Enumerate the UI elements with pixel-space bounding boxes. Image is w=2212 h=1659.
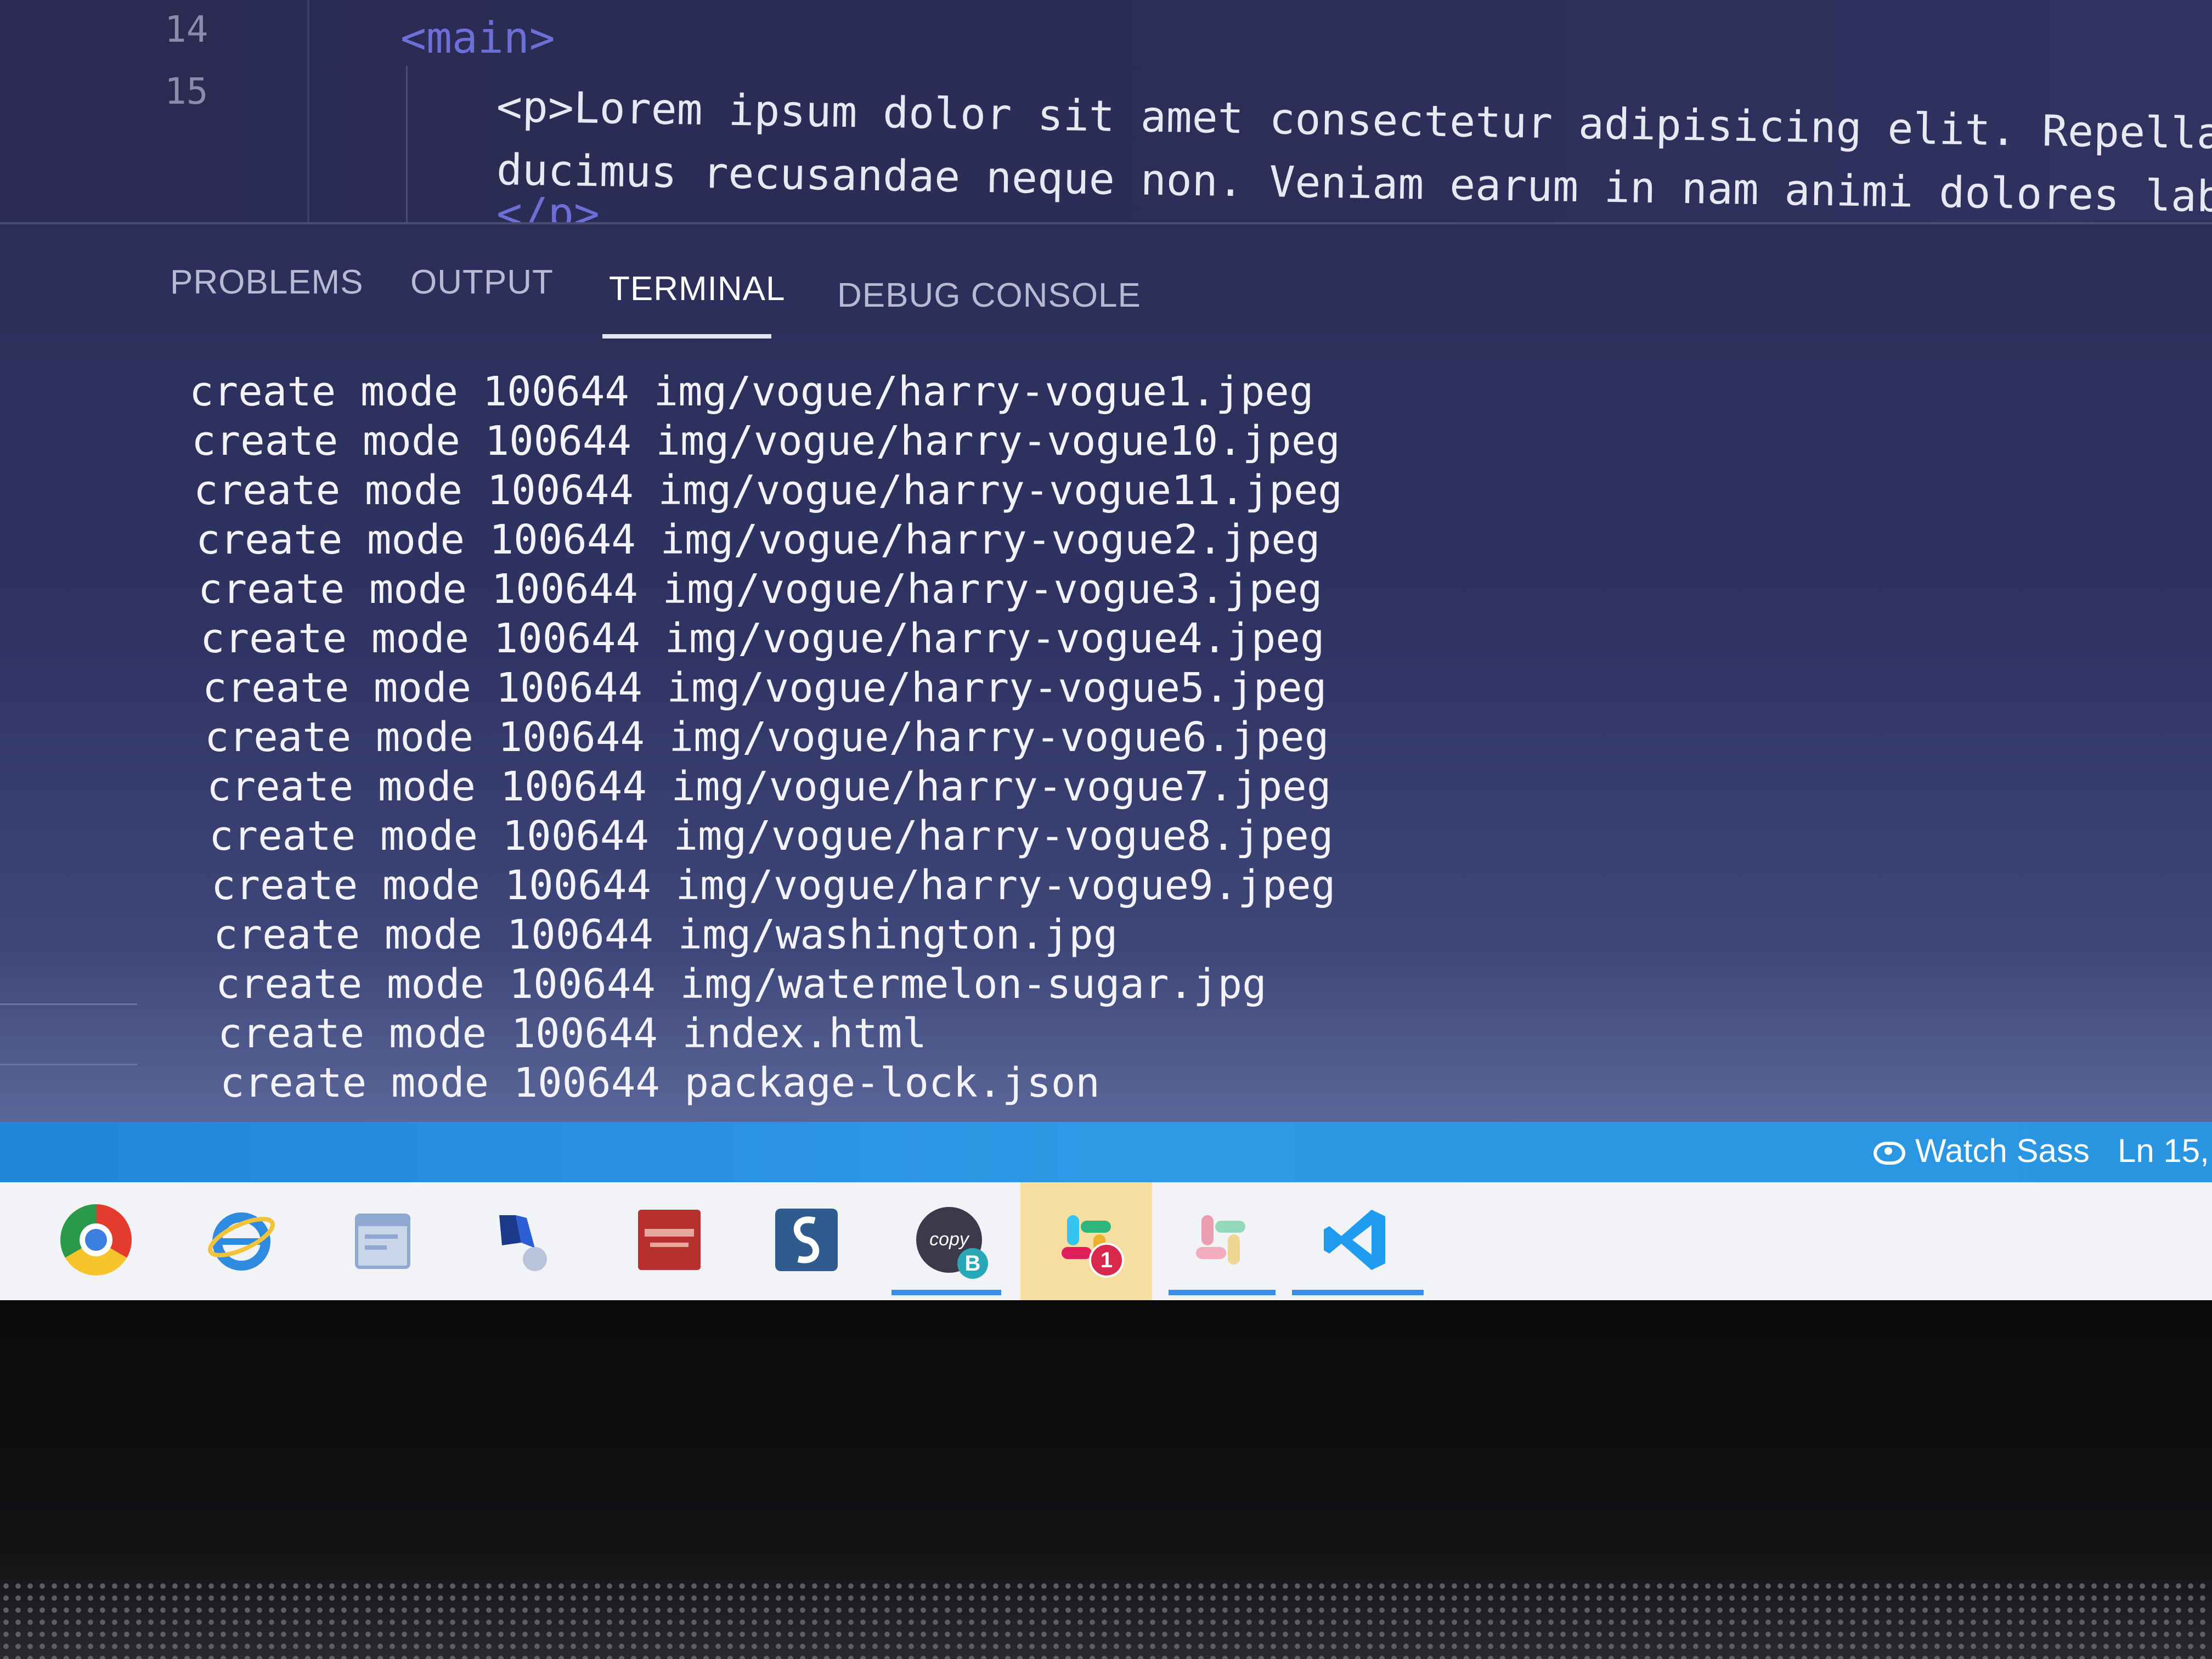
active-tab-indicator	[602, 334, 771, 338]
tab-debug-console[interactable]: DEBUG CONSOLE	[837, 276, 1141, 315]
watch-sass-label: Watch Sass	[1915, 1132, 2090, 1169]
code-line[interactable]: ducimus recusandae neque non. Veniam ear…	[496, 145, 2212, 225]
terminal-line: create mode 100644 img/vogue/harry-vogue…	[207, 763, 1331, 810]
terminal-output[interactable]: create mode 100644 img/vogue/harry-vogue…	[189, 367, 1342, 1108]
terminal-line: create mode 100644 index.html	[218, 1010, 927, 1057]
terminal-line: create mode 100644 img/watermelon-sugar.…	[216, 961, 1267, 1008]
divider	[0, 1003, 137, 1005]
copy-app-icon[interactable]: copy B	[913, 1204, 988, 1279]
bottom-panel: PROBLEMS OUTPUT TERMINAL DEBUG CONSOLE c…	[0, 222, 2212, 1124]
divider	[0, 1064, 137, 1065]
azure-data-studio-icon[interactable]	[483, 1204, 554, 1276]
indent-guide	[406, 66, 408, 222]
running-indicator	[1169, 1290, 1276, 1295]
scrivener-icon[interactable]	[771, 1204, 842, 1276]
slack-secondary-icon[interactable]	[1185, 1204, 1256, 1276]
cursor-position[interactable]: Ln 15, C	[2118, 1132, 2212, 1170]
code-editor[interactable]: 14 15 <main> <p>Lorem ipsum dolor sit am…	[0, 0, 2212, 239]
terminal-line: create mode 100644 img/vogue/harry-vogue…	[196, 516, 1321, 563]
code-tag: <main>	[400, 14, 555, 63]
vscode-icon[interactable]	[1319, 1204, 1391, 1276]
terminal-line: create mode 100644 img/vogue/harry-vogue…	[194, 467, 1342, 514]
chrome-icon[interactable]	[60, 1204, 132, 1276]
terminal-line: create mode 100644 img/vogue/harry-vogue…	[205, 714, 1329, 761]
terminal-line: create mode 100644 img/vogue/harry-vogue…	[209, 812, 1334, 860]
eye-icon	[1874, 1142, 1905, 1165]
running-indicator	[891, 1290, 1001, 1295]
running-indicator	[1292, 1290, 1424, 1295]
taskbar: copy B 1	[0, 1182, 2212, 1300]
watch-sass-button[interactable]: Watch Sass	[1874, 1132, 2090, 1170]
terminal-line: create mode 100644 img/washington.jpg	[213, 911, 1118, 958]
terminal-line: create mode 100644 img/vogue/harry-vogue…	[191, 417, 1340, 465]
svg-text:copy: copy	[929, 1229, 970, 1250]
terminal-line: create mode 100644 package-lock.json	[220, 1059, 1100, 1107]
line-number: 15	[165, 70, 208, 112]
laptop-screen: 14 15 <main> <p>Lorem ipsum dolor sit am…	[0, 0, 2212, 1300]
tab-output[interactable]: OUTPUT	[410, 263, 554, 302]
line-number-gutter: 14 15	[0, 0, 309, 222]
app-red-icon[interactable]	[634, 1204, 705, 1276]
status-bar: Watch Sass Ln 15, C	[0, 1122, 2212, 1182]
terminal-line: create mode 100644 img/vogue/harry-vogue…	[200, 615, 1325, 662]
access-icon[interactable]	[346, 1204, 417, 1276]
tab-problems[interactable]: PROBLEMS	[170, 263, 364, 302]
slack-icon[interactable]: 1	[1051, 1204, 1124, 1278]
code-line[interactable]: <main>	[400, 14, 555, 63]
terminal-line: create mode 100644 img/vogue/harry-vogue…	[211, 862, 1336, 909]
tab-terminal[interactable]: TERMINAL	[609, 269, 785, 308]
terminal-line: create mode 100644 img/vogue/harry-vogue…	[189, 368, 1314, 415]
chrome-icon-center	[85, 1229, 107, 1251]
internet-explorer-icon[interactable]	[206, 1204, 277, 1276]
notification-badge: 1	[1089, 1243, 1124, 1278]
app-badge: B	[957, 1248, 988, 1279]
terminal-line: create mode 100644 img/vogue/harry-vogue…	[202, 664, 1327, 712]
speaker-grille	[0, 1580, 2212, 1659]
line-number: 14	[165, 8, 208, 50]
terminal-line: create mode 100644 img/vogue/harry-vogue…	[198, 566, 1323, 613]
